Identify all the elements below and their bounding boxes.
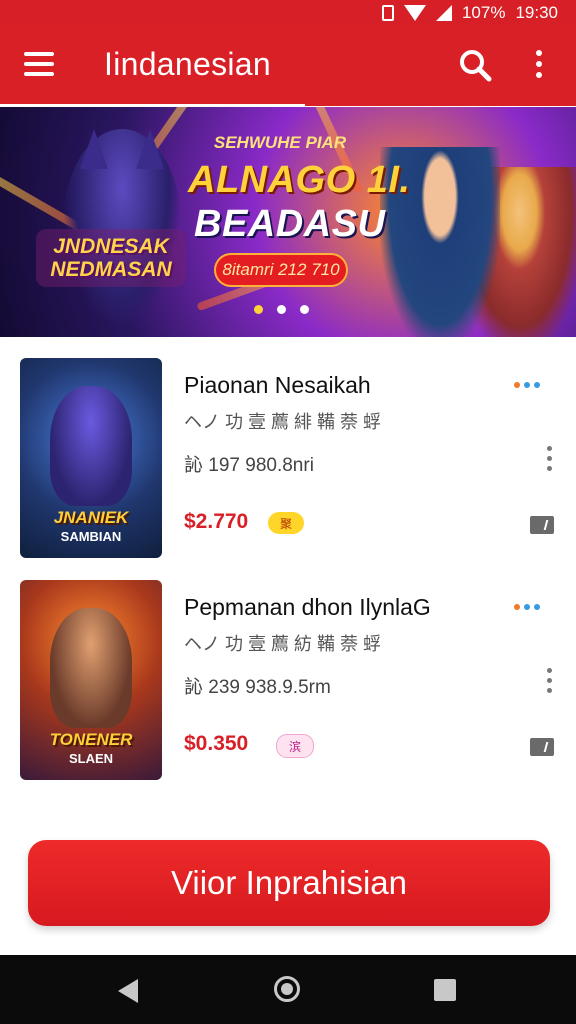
item-price: $2.770 xyxy=(184,510,249,533)
item-badge: 滨 xyxy=(276,734,314,758)
item-subtitle: ヘノ 功 壹 薦 紡 鞴 萘 蜉 xyxy=(184,634,382,654)
overflow-menu-icon[interactable] xyxy=(534,50,544,80)
thumbnail-subtitle: SAMBIAN xyxy=(60,529,122,544)
item-meta: 訫 239 938.9.5rm xyxy=(184,677,331,698)
color-dots-icon xyxy=(514,382,540,388)
back-icon[interactable] xyxy=(118,979,138,1003)
search-icon[interactable] xyxy=(458,48,492,82)
carousel-dot[interactable] xyxy=(300,305,309,314)
item-title[interactable]: Piaonan Nesaikah xyxy=(184,372,371,399)
signal-icon xyxy=(435,5,452,21)
app-bar: Iindanesian xyxy=(0,26,576,106)
system-nav-bar xyxy=(0,955,576,1024)
item-more-icon[interactable] xyxy=(545,668,553,696)
recents-icon[interactable] xyxy=(434,979,456,1001)
item-price: $0.350 xyxy=(184,732,249,755)
view-indonesian-button[interactable]: Viior Inprahisian xyxy=(28,840,550,926)
tag-icon[interactable] xyxy=(530,738,554,756)
banner-title-line2: BEADASU xyxy=(194,203,386,245)
app-title: Iindanesian xyxy=(104,46,271,82)
item-meta: 訫 197 980.8nri xyxy=(184,455,314,476)
vibrate-icon xyxy=(381,5,394,21)
carousel-indicator xyxy=(254,305,309,314)
carousel-dot[interactable] xyxy=(254,305,263,314)
banner-logo-line1: JNDNESAK xyxy=(53,235,169,258)
banner-logo-line2: NEDMASAN xyxy=(50,258,172,282)
tag-icon[interactable] xyxy=(530,516,554,534)
home-icon[interactable] xyxy=(274,976,300,1002)
wifi-icon xyxy=(403,5,426,21)
thumbnail-title: JNANIEK xyxy=(53,508,129,527)
item-subtitle: ヘノ 功 壹 薦 緋 鞴 萘 蜉 xyxy=(184,412,382,432)
thumbnail-title: TONENER xyxy=(49,730,133,749)
list-item[interactable]: TONENER SLAEN Pepmanan dhon IlynlaG ヘノ 功… xyxy=(0,580,576,790)
color-dots-icon xyxy=(514,604,540,610)
status-bar: 107% 19:30 xyxy=(0,0,576,26)
battery-text: 107% xyxy=(461,3,506,22)
item-more-icon[interactable] xyxy=(545,446,553,474)
list-item[interactable]: JNANIEK SAMBIAN Piaonan Nesaikah ヘノ 功 壹 … xyxy=(0,358,576,568)
item-title[interactable]: Pepmanan dhon IlynlaG xyxy=(184,594,431,621)
game-thumbnail[interactable]: JNANIEK SAMBIAN xyxy=(20,358,162,558)
banner-pill[interactable]: 8itamri 212 710 xyxy=(214,253,348,287)
carousel-dot[interactable] xyxy=(277,305,286,314)
item-badge: 聚 xyxy=(268,512,304,534)
banner-kicker: SEHWUHE PIAR xyxy=(213,133,347,152)
banner-title: ALNAGO 1I. xyxy=(188,159,411,201)
clock: 19:30 xyxy=(515,3,558,22)
game-thumbnail[interactable]: TONENER SLAEN xyxy=(20,580,162,780)
promo-banner[interactable]: SEHWUHE PIAR ALNAGO 1I. BEADASU 8itamri … xyxy=(0,107,576,337)
thumbnail-subtitle: SLAEN xyxy=(68,751,114,766)
banner-game-logo: JNDNESAK NEDMASAN xyxy=(36,229,186,288)
menu-icon[interactable] xyxy=(24,52,54,76)
